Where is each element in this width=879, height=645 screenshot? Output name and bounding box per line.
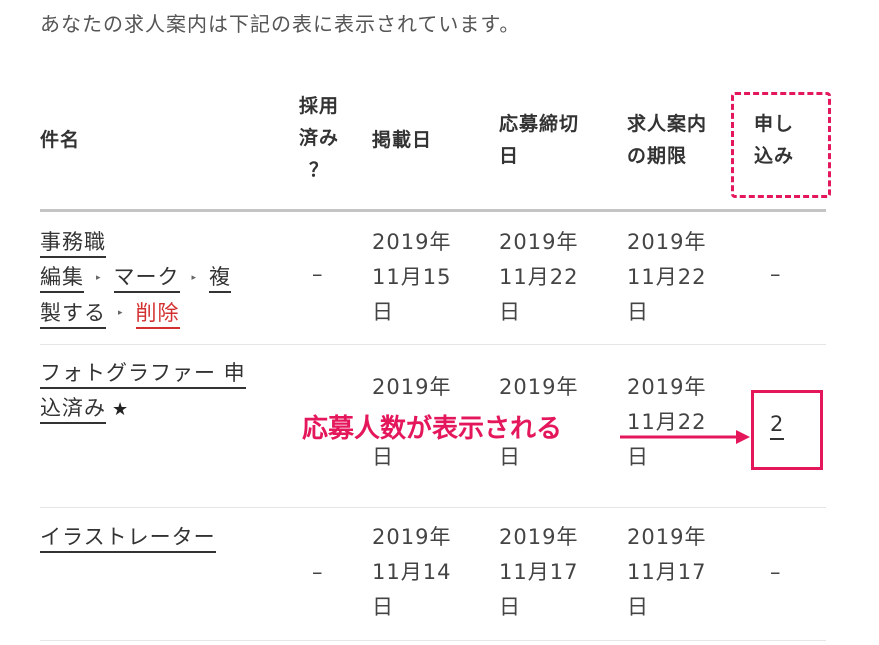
row-3-title-link[interactable]: イラストレーター: [40, 525, 216, 553]
row-2-title-cell: フォトグラファー 申 込済み ★: [40, 356, 280, 427]
row-1-edit-link[interactable]: 編集: [40, 265, 84, 293]
row-3-deadline-month: 11月17: [499, 560, 579, 584]
row-3-deadline-day: 日: [499, 595, 521, 619]
row-2-title-link-b[interactable]: 込済み: [40, 396, 106, 424]
row-1-title-cell: 事務職 編集 ▸ マーク ▸ 複 製する ▸ 削除: [40, 225, 280, 331]
row-2-title-link-a[interactable]: フォトグラファー 申: [40, 361, 246, 389]
header-divider: [40, 209, 826, 212]
row-3-title-cell: イラストレーター: [40, 520, 280, 555]
annotation-label: 応募人数が表示される: [302, 414, 563, 444]
row-1-posted-month: 11月15: [372, 265, 452, 289]
row-divider: [40, 507, 826, 508]
row-3-expiry-month: 11月17: [627, 560, 707, 584]
header-deadline-line1: 応募締切: [499, 113, 580, 135]
row-1-duplicate-link-a[interactable]: 複: [209, 265, 232, 293]
row-1-delete-link[interactable]: 削除: [135, 300, 180, 329]
separator-icon: ▸: [96, 272, 102, 283]
row-1-deadline: 2019年 11月22 日: [499, 225, 578, 330]
header-title: 件名: [40, 129, 81, 151]
row-1-title-link[interactable]: 事務職: [40, 230, 106, 258]
header-expiry-line2: の期限: [627, 145, 688, 167]
row-1-expiry-month: 11月22: [627, 265, 707, 289]
row-2-deadline-year: 2019年: [499, 375, 579, 399]
row-3-posted: 2019年 11月14 日: [372, 520, 451, 625]
row-3-posted-day: 日: [372, 595, 394, 619]
row-2-expiry: 2019年 11月22 日: [627, 370, 706, 475]
star-icon: ★: [112, 399, 130, 420]
row-2-posted-day: 日: [372, 445, 394, 469]
separator-icon: ▸: [118, 308, 124, 318]
row-3-deadline-year: 2019年: [499, 525, 579, 549]
header-expiry: 求人案内 の期限: [627, 108, 707, 172]
row-3-posted-month: 11月14: [372, 560, 452, 584]
header-hired-line1: 採用: [298, 95, 339, 117]
row-1-applications: –: [770, 262, 781, 286]
row-3-posted-year: 2019年: [372, 525, 452, 549]
row-2-expiry-year: 2019年: [627, 375, 707, 399]
row-1-hired: –: [312, 262, 323, 286]
header-hired-line3: ？: [308, 159, 329, 181]
row-1-posted-year: 2019年: [372, 230, 452, 254]
header-hired: 採用 済み ？: [296, 90, 342, 186]
header-deadline: 応募締切 日: [499, 108, 579, 172]
row-1-expiry-year: 2019年: [627, 230, 707, 254]
header-expiry-line1: 求人案内: [627, 113, 708, 135]
row-1-posted: 2019年 11月15 日: [372, 225, 451, 330]
separator-icon: ▸: [191, 272, 198, 283]
row-1-posted-day: 日: [372, 300, 394, 324]
header-deadline-line2: 日: [499, 145, 520, 167]
row-1-mark-link[interactable]: マーク: [113, 265, 180, 293]
header-hired-line2: 済み: [298, 127, 339, 149]
row-2-posted-year: 2019年: [372, 375, 452, 399]
row-3-applications: –: [770, 560, 781, 584]
row-divider: [40, 640, 826, 641]
header-posted: 掲載日: [372, 129, 433, 151]
arrow-right-icon: [620, 430, 750, 444]
row-3-deadline: 2019年 11月17 日: [499, 520, 578, 625]
intro-text: あなたの求人案内は下記の表に表示されています。: [40, 12, 521, 36]
row-1-deadline-year: 2019年: [499, 230, 579, 254]
row-3-expiry-year: 2019年: [627, 525, 707, 549]
highlight-applications-header: [731, 92, 831, 198]
row-divider: [40, 344, 826, 345]
row-1-deadline-month: 11月22: [499, 265, 579, 289]
row-1-duplicate-link-b[interactable]: 製する: [40, 300, 106, 329]
row-1-deadline-day: 日: [499, 300, 521, 324]
row-1-expiry: 2019年 11月22 日: [627, 225, 706, 330]
row-2-deadline-day: 日: [499, 445, 521, 469]
highlight-application-count: [751, 390, 823, 470]
row-3-expiry-day: 日: [627, 595, 649, 619]
row-3-expiry: 2019年 11月17 日: [627, 520, 706, 625]
row-3-hired: –: [312, 560, 323, 584]
row-1-expiry-day: 日: [627, 300, 649, 324]
